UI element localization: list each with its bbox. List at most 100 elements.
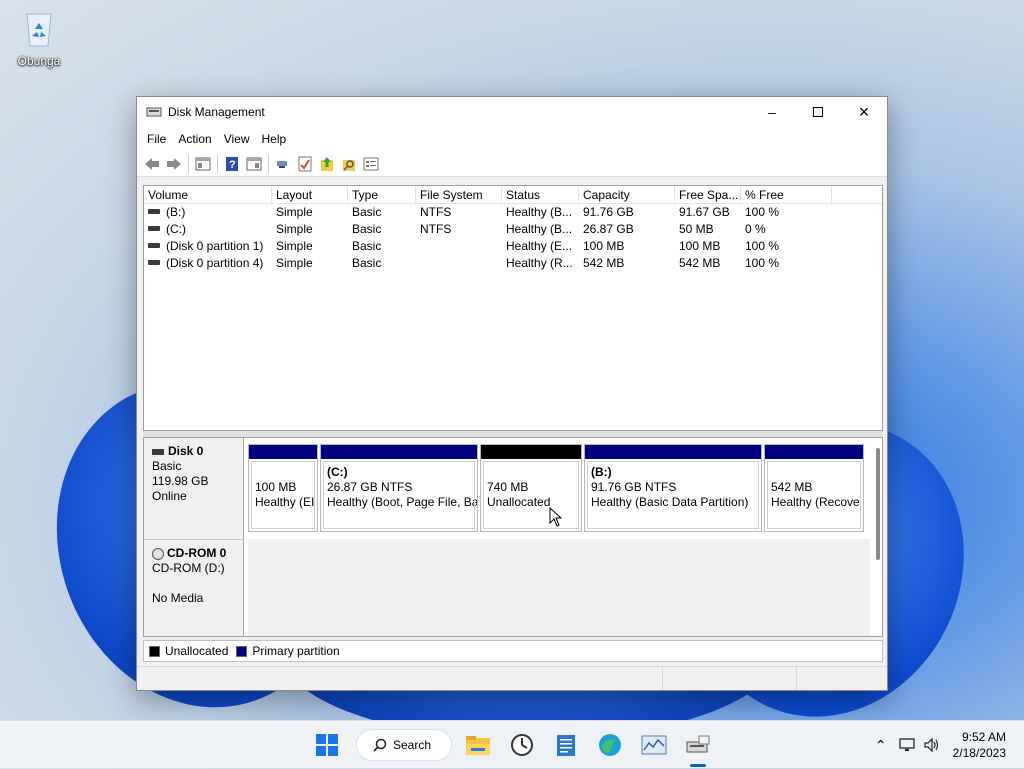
table-row[interactable]: (C:) Simple Basic NTFS Healthy (B... 26.…	[144, 221, 882, 238]
partition-unallocated[interactable]: 740 MB Unallocated	[480, 444, 582, 532]
minimize-icon: –	[768, 104, 776, 120]
status-section	[663, 667, 797, 690]
volume-icon[interactable]	[923, 737, 941, 753]
show-hidden-icons-chevron-icon[interactable]: ⌃	[875, 737, 887, 754]
mouse-cursor-icon	[549, 507, 563, 527]
percent-free-cell: 100 %	[745, 205, 780, 219]
column-header-type[interactable]: Type	[348, 186, 416, 203]
performance-monitor-button[interactable]	[638, 729, 670, 761]
title-bar[interactable]: Disk Management – ×	[137, 97, 887, 127]
column-header-file-system[interactable]: File System	[416, 186, 502, 203]
layout-cell: Simple	[276, 222, 313, 236]
type-cell: Basic	[352, 239, 382, 253]
menu-action[interactable]: Action	[172, 132, 217, 146]
disk-state: Online	[152, 489, 187, 503]
volume-cell: (Disk 0 partition 4)	[166, 256, 264, 270]
connect-icon	[277, 160, 287, 168]
disk-0-label[interactable]: Disk 0 Basic 119.98 GB Online	[144, 438, 244, 539]
maximize-icon	[813, 107, 823, 117]
file-system-cell	[416, 255, 502, 272]
column-header-free-space[interactable]: Free Spa...	[675, 186, 741, 203]
type-cell: Basic	[352, 256, 382, 270]
file-system-cell: NTFS	[420, 205, 452, 219]
back-button[interactable]	[141, 154, 163, 174]
notepad-button[interactable]	[550, 729, 582, 761]
menu-help[interactable]: Help	[256, 132, 293, 146]
forward-icon	[167, 157, 181, 170]
back-icon	[145, 157, 159, 170]
file-explorer-button[interactable]	[462, 729, 494, 761]
file-explorer-icon	[466, 736, 490, 755]
taskbar: Search ⌃ 9:52 AM 2/18/2023	[0, 720, 1024, 768]
primary-partition-swatch	[236, 645, 248, 657]
menu-view[interactable]: View	[218, 132, 256, 146]
edge-button[interactable]	[594, 729, 626, 761]
properties-icon	[246, 157, 262, 170]
column-header-percent-free[interactable]: % Free	[741, 186, 832, 203]
clock-app-button[interactable]	[506, 729, 538, 761]
column-header-capacity[interactable]: Capacity	[579, 186, 675, 203]
partition-efi[interactable]: 100 MB Healthy (EI	[248, 444, 318, 532]
connect-button[interactable]	[272, 154, 294, 174]
table-row[interactable]: (B:) Simple Basic NTFS Healthy (B... 91.…	[144, 204, 882, 221]
cdrom-media: No Media	[152, 591, 204, 605]
table-row[interactable]: (Disk 0 partition 1) Simple Basic Health…	[144, 238, 882, 255]
volume-cell: (B:)	[166, 205, 186, 219]
partition-c[interactable]: (C:) 26.87 GB NTFS Healthy (Boot, Page F…	[320, 444, 478, 532]
console-tree-button[interactable]	[192, 154, 214, 174]
window-title: Disk Management	[168, 105, 265, 119]
disk-management-icon	[686, 735, 710, 753]
partition-band	[321, 445, 477, 459]
cdrom-0-label[interactable]: CD-ROM 0 CD-ROM (D:) No Media	[144, 539, 244, 636]
recycle-bin-desktop-icon[interactable]: Obunga	[10, 8, 68, 68]
up-button[interactable]	[316, 154, 338, 174]
close-icon: ×	[858, 101, 870, 122]
network-icon[interactable]	[898, 737, 915, 753]
cdrom-0-media-area[interactable]	[248, 539, 870, 636]
file-system-cell	[416, 238, 502, 255]
drive-icon	[148, 209, 160, 215]
start-icon	[316, 734, 338, 756]
cd-icon	[152, 547, 164, 560]
close-button[interactable]: ×	[841, 97, 887, 127]
type-cell: Basic	[352, 222, 382, 236]
partition-recovery[interactable]: 542 MB Healthy (Recove	[764, 444, 864, 532]
check-button[interactable]	[294, 154, 316, 174]
free-space-cell: 100 MB	[679, 239, 721, 253]
status-bar	[137, 666, 887, 690]
column-header-volume[interactable]: Volume	[144, 186, 272, 203]
system-tray: ⌃ 9:52 AM 2/18/2023	[875, 721, 1024, 769]
minimize-button[interactable]: –	[749, 97, 795, 127]
notepad-icon	[557, 735, 575, 756]
partition-b[interactable]: (B:) 91.76 GB NTFS Healthy (Basic Data P…	[584, 444, 762, 532]
help-button[interactable]: ?	[221, 154, 243, 174]
find-button[interactable]	[338, 154, 360, 174]
properties-button[interactable]	[243, 154, 265, 174]
clock[interactable]: 9:52 AM 2/18/2023	[953, 729, 1024, 761]
forward-button[interactable]	[163, 154, 185, 174]
find-icon	[343, 159, 355, 171]
legend: Unallocated Primary partition	[143, 640, 883, 662]
menu-file[interactable]: File	[141, 132, 172, 146]
column-header-layout[interactable]: Layout	[272, 186, 348, 203]
partition-band	[585, 445, 761, 459]
volume-list-header: Volume Layout Type File System Status Ca…	[144, 186, 882, 204]
table-row[interactable]: (Disk 0 partition 4) Simple Basic Health…	[144, 255, 882, 272]
disk-management-taskbar-button[interactable]	[682, 729, 714, 761]
performance-monitor-icon	[641, 735, 667, 755]
status-cell: Healthy (B...	[506, 222, 573, 236]
disk-management-icon	[146, 105, 162, 119]
search-label: Search	[393, 738, 432, 752]
toolbar-separator	[268, 154, 269, 173]
capacity-cell: 542 MB	[583, 256, 625, 270]
partition-band	[249, 445, 317, 459]
graph-scrollbar[interactable]	[876, 448, 880, 560]
column-header-status[interactable]: Status	[502, 186, 579, 203]
volume-list: Volume Layout Type File System Status Ca…	[143, 185, 883, 431]
drive-icon	[148, 226, 160, 232]
taskbar-search[interactable]: Search	[356, 729, 452, 761]
toolbar-separator	[188, 154, 189, 173]
start-button[interactable]	[311, 729, 343, 761]
maximize-button[interactable]	[795, 97, 841, 127]
settings-button[interactable]	[360, 154, 382, 174]
